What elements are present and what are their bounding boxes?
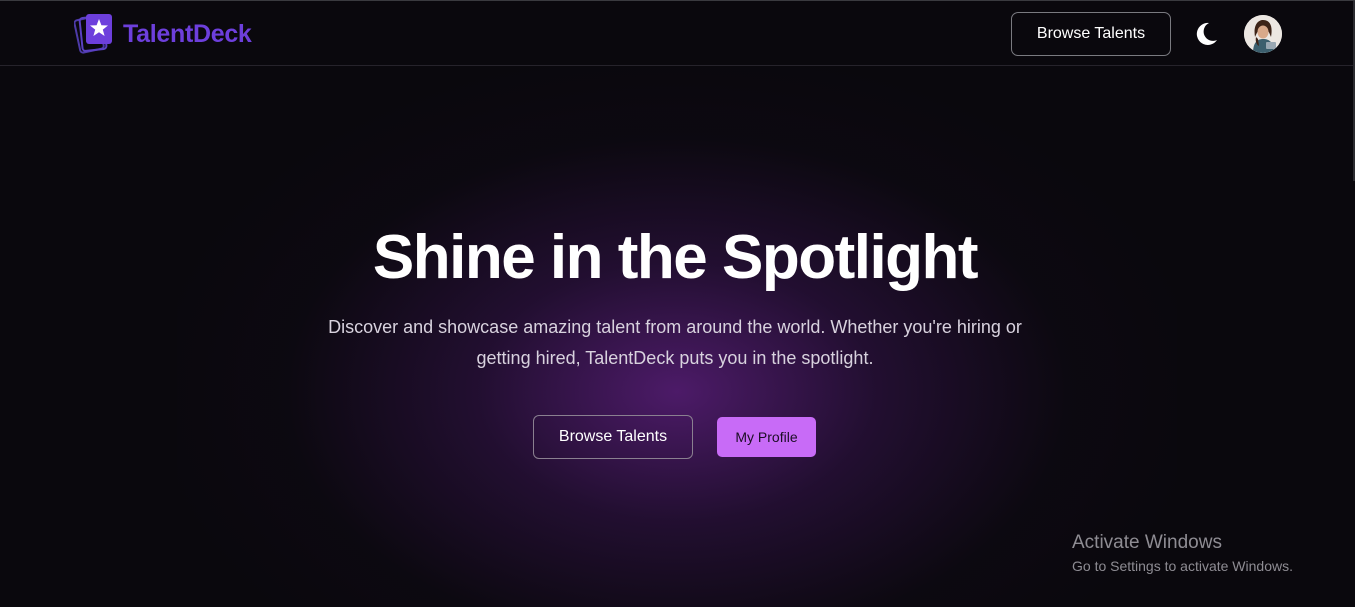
hero-subtitle: Discover and showcase amazing talent fro… <box>328 317 1022 368</box>
navbar: TalentDeck Browse Talents <box>0 1 1355 66</box>
brand-logo[interactable]: TalentDeck <box>73 12 252 56</box>
brand-name: TalentDeck <box>123 19 252 48</box>
windows-activation-watermark: Activate Windows Go to Settings to activ… <box>1072 531 1293 576</box>
hero-browse-talents-button[interactable]: Browse Talents <box>533 415 693 459</box>
my-profile-button[interactable]: My Profile <box>717 417 816 457</box>
watermark-subtitle: Go to Settings to activate Windows. <box>1072 558 1293 574</box>
watermark-title: Activate Windows <box>1072 532 1222 553</box>
deck-star-icon <box>73 12 116 56</box>
hero-title: Shine in the Spotlight <box>372 223 979 292</box>
page: TalentDeck Browse Talents Shine in the S… <box>0 0 1355 607</box>
avatar[interactable] <box>1244 15 1282 53</box>
nav-browse-talents-button[interactable]: Browse Talents <box>1011 12 1171 56</box>
user-avatar-icon <box>1244 15 1282 53</box>
moon-icon[interactable] <box>1190 19 1220 49</box>
